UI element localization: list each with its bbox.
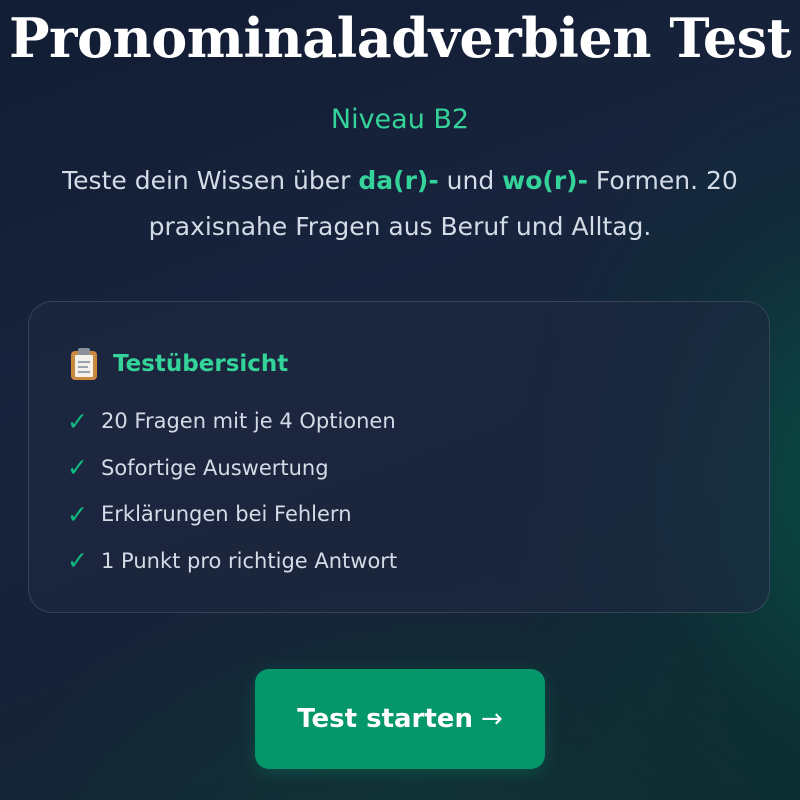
- overview-title: Testübersicht: [113, 351, 289, 377]
- intro-middle: und: [438, 166, 503, 195]
- start-test-label: Test starten: [297, 704, 473, 734]
- feature-item: ✓ 1 Punkt pro richtige Antwort: [67, 538, 397, 585]
- check-icon: ✓: [67, 406, 88, 436]
- feature-text: Erklärungen bei Fehlern: [101, 502, 352, 527]
- feature-list: ✓ 20 Fragen mit je 4 Optionen ✓ Sofortig…: [67, 398, 397, 584]
- feature-text: 1 Punkt pro richtige Antwort: [101, 548, 398, 573]
- intro-prefix: Teste dein Wissen über: [62, 166, 359, 195]
- intro-highlight-wor: wo(r)-: [502, 166, 588, 195]
- feature-text: 20 Fragen mit je 4 Optionen: [101, 409, 396, 434]
- intro-text: Teste dein Wissen über da(r)- und wo(r)-…: [60, 158, 740, 250]
- check-icon: ✓: [67, 546, 88, 576]
- check-icon: ✓: [67, 499, 88, 529]
- start-test-button[interactable]: Test starten →: [255, 669, 545, 769]
- clipboard-icon: [71, 348, 97, 380]
- check-icon: ✓: [67, 453, 88, 483]
- arrow-right-icon: →: [480, 704, 503, 734]
- feature-text: Sofortige Auswertung: [101, 455, 329, 480]
- level-label: Niveau B2: [330, 104, 470, 135]
- feature-item: ✓ Sofortige Auswertung: [67, 445, 397, 492]
- overview-card: Testübersicht ✓ 20 Fragen mit je 4 Optio…: [28, 301, 770, 613]
- page-title: Pronominaladverbien Test: [8, 6, 792, 70]
- overview-header: Testübersicht: [71, 346, 288, 382]
- feature-item: ✓ Erklärungen bei Fehlern: [67, 491, 397, 538]
- feature-item: ✓ 20 Fragen mit je 4 Optionen: [67, 398, 397, 445]
- intro-highlight-dar: da(r)-: [358, 166, 439, 195]
